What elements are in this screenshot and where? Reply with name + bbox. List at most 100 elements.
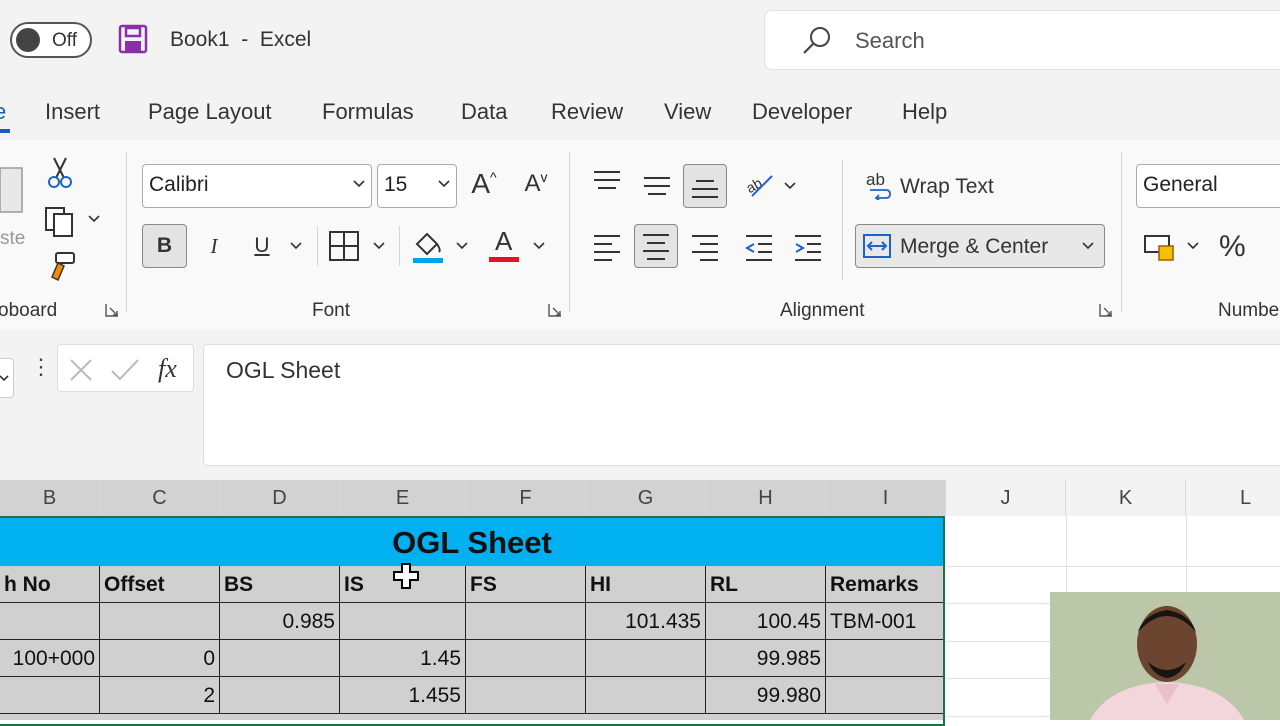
more-options-icon[interactable]: ⋮ [30,354,52,380]
tab-developer[interactable]: Developer [752,99,852,125]
table-cell[interactable] [220,640,340,677]
percent-style-button[interactable]: % [1219,230,1246,264]
align-left-icon[interactable] [592,232,622,262]
header-cell-fs[interactable]: FS [466,566,586,603]
decrease-font-size-button[interactable]: Av [518,164,554,204]
header-cell-ch-no[interactable]: h No [0,566,100,603]
name-box[interactable] [0,358,14,398]
insert-function-button[interactable]: fx [158,354,177,384]
table-cell[interactable]: 100.45 [706,603,826,640]
table-cell[interactable]: 100+000 [0,640,100,677]
enter-icon[interactable] [110,357,140,383]
fill-color-icon[interactable] [411,228,445,264]
chevron-down-icon[interactable] [533,241,545,251]
table-cell[interactable] [0,677,100,714]
format-painter-icon[interactable] [44,250,78,284]
column-header-d[interactable]: D [220,480,340,516]
search-box[interactable]: Search [764,10,1280,70]
autosave-toggle[interactable]: Off [10,22,92,58]
align-right-icon[interactable] [690,232,720,262]
header-cell-offset[interactable]: Offset [100,566,220,603]
table-cell[interactable] [466,677,586,714]
column-header-k[interactable]: K [1066,480,1186,516]
bold-button[interactable]: B [142,224,187,268]
table-cell[interactable]: TBM-001 [826,603,944,640]
dialog-launcher-icon[interactable] [1098,302,1114,318]
table-cell[interactable]: 99.985 [706,640,826,677]
column-header-f[interactable]: F [466,480,586,516]
column-header-h[interactable]: H [706,480,826,516]
merge-cells-icon [863,234,891,258]
column-header-e[interactable]: E [340,480,466,516]
table-cell[interactable] [466,603,586,640]
chevron-down-icon[interactable] [88,214,100,224]
paste-button[interactable]: ste [0,160,26,249]
sheet-title-cell[interactable]: OGL Sheet [0,518,944,566]
column-header-j[interactable]: J [946,480,1066,516]
borders-icon[interactable] [328,230,360,262]
column-header-c[interactable]: C [100,480,220,516]
tab-help[interactable]: Help [902,99,947,125]
tab-insert[interactable]: Insert [45,99,100,125]
table-cell[interactable] [586,677,706,714]
italic-button[interactable]: I [194,224,234,268]
column-header-l[interactable]: L [1186,480,1280,516]
table-cell[interactable]: 2 [100,677,220,714]
table-cell[interactable] [340,603,466,640]
dialog-launcher-icon[interactable] [547,302,563,318]
font-color-button[interactable]: A [488,226,522,264]
tab-data[interactable]: Data [461,99,507,125]
table-cell[interactable] [586,640,706,677]
scissors-icon[interactable] [46,156,74,190]
formula-input[interactable]: OGL Sheet [203,344,1280,466]
tab-page-layout[interactable]: Page Layout [148,99,272,125]
header-cell-hi[interactable]: HI [586,566,706,603]
dialog-launcher-icon[interactable] [104,302,120,318]
chevron-down-icon[interactable] [373,241,385,251]
table-cell[interactable]: 1.45 [340,640,466,677]
increase-indent-icon[interactable] [793,232,823,262]
header-cell-remarks[interactable]: Remarks [826,566,944,603]
number-format-dropdown[interactable]: General [1136,164,1280,208]
font-name-dropdown[interactable]: Calibri [142,164,372,208]
table-cell[interactable]: 0 [100,640,220,677]
table-cell[interactable] [826,640,944,677]
decrease-indent-icon[interactable] [744,232,774,262]
underline-button[interactable]: U [242,224,282,268]
copy-icon[interactable] [44,204,78,238]
save-icon[interactable] [118,24,148,54]
table-cell[interactable] [0,603,100,640]
header-cell-rl[interactable]: RL [706,566,826,603]
chevron-down-icon[interactable] [456,241,468,251]
wrap-text-button[interactable]: ab Wrap Text [862,166,1012,206]
tab-home[interactable]: e [0,99,6,125]
column-header-b[interactable]: B [0,480,100,516]
column-header-i[interactable]: I [826,480,946,516]
chevron-down-icon[interactable] [290,241,302,251]
cell-styles-icon[interactable] [1143,232,1177,262]
table-cell[interactable] [826,677,944,714]
orientation-icon[interactable]: ab [744,168,776,200]
table-cell[interactable]: 0.985 [220,603,340,640]
chevron-down-icon[interactable] [1187,241,1199,251]
chevron-down-icon[interactable] [784,181,796,191]
tab-review[interactable]: Review [551,99,623,125]
table-cell[interactable] [220,677,340,714]
top-align-icon[interactable] [592,168,622,198]
cancel-icon[interactable] [68,357,94,383]
middle-align-icon[interactable] [642,170,672,200]
table-cell[interactable]: 101.435 [586,603,706,640]
tab-view[interactable]: View [664,99,711,125]
merge-center-button[interactable]: Merge & Center [855,224,1105,268]
increase-font-size-button[interactable]: A ^ [466,164,502,204]
table-cell[interactable]: 1.455 [340,677,466,714]
font-size-dropdown[interactable]: 15 [377,164,457,208]
column-header-g[interactable]: G [586,480,706,516]
table-cell[interactable]: 99.980 [706,677,826,714]
table-cell[interactable] [100,603,220,640]
bottom-align-button[interactable] [683,164,727,208]
table-cell[interactable] [466,640,586,677]
header-cell-bs[interactable]: BS [220,566,340,603]
tab-formulas[interactable]: Formulas [322,99,414,125]
align-center-button[interactable] [634,224,678,268]
